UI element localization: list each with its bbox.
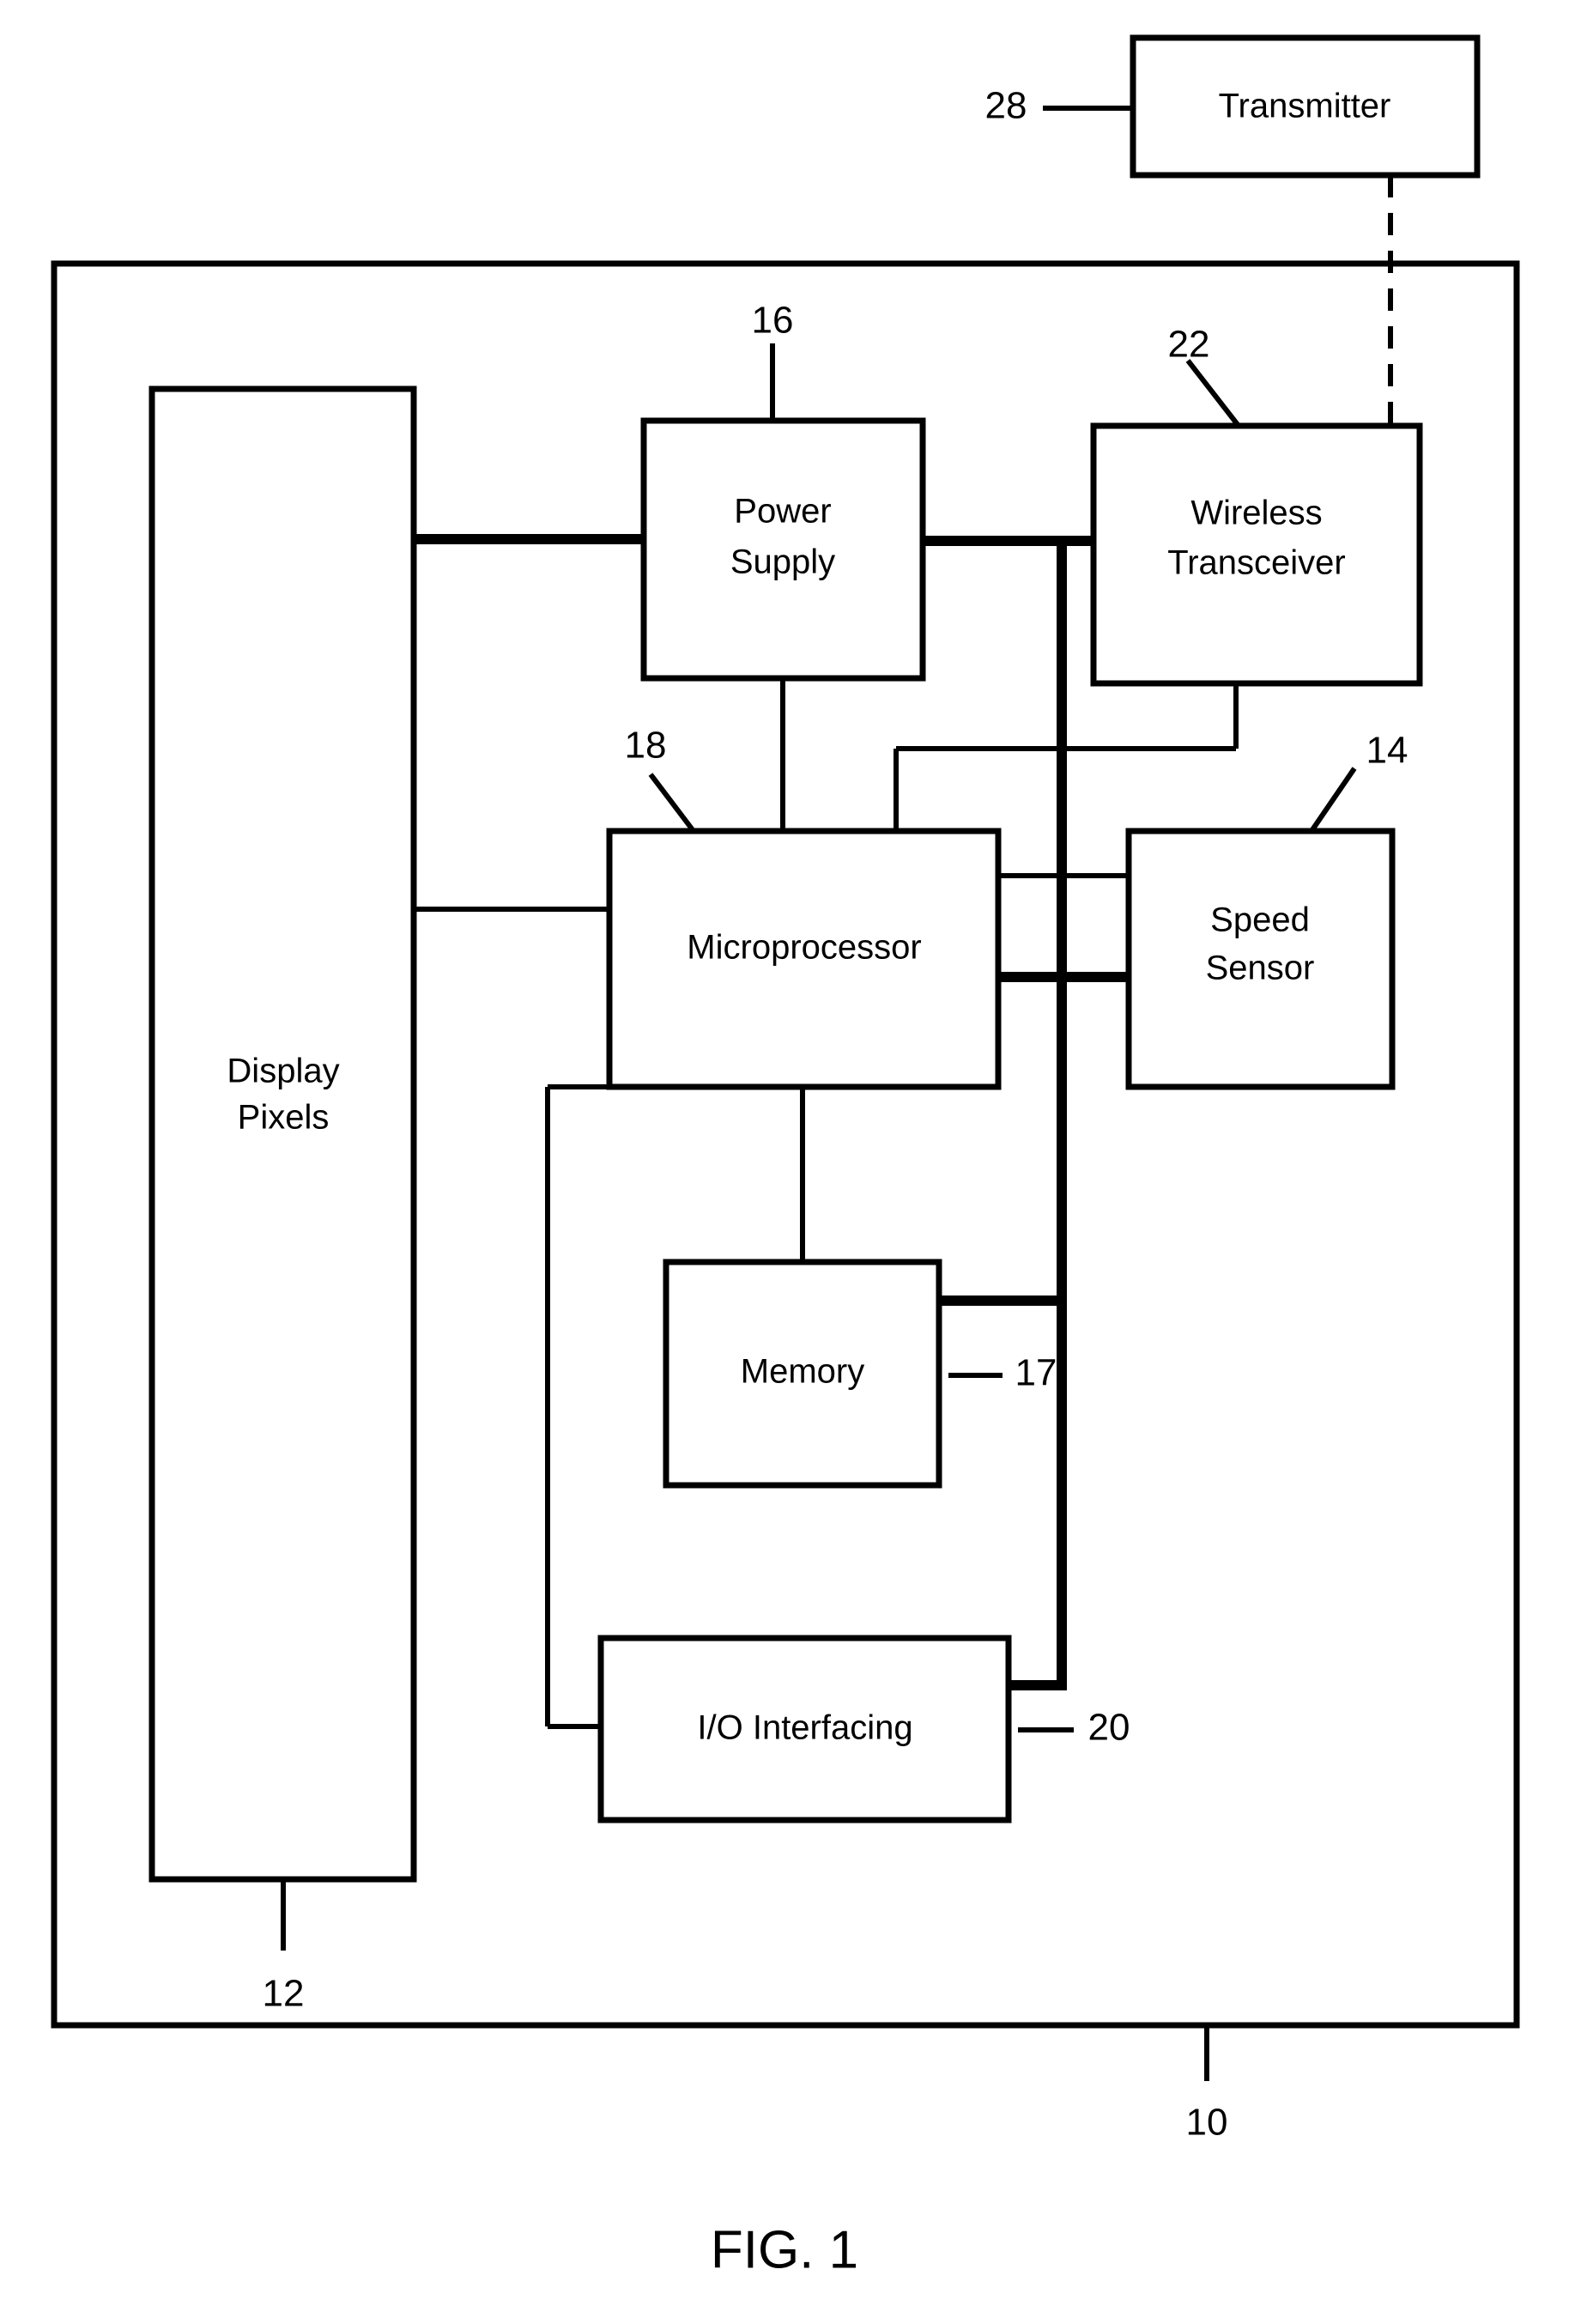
- ref-number-22: 22: [1168, 324, 1210, 366]
- power-supply-label-line2: Supply: [730, 543, 835, 581]
- memory-label: Memory: [741, 1353, 864, 1391]
- ref-number-10: 10: [1186, 2102, 1228, 2144]
- figure-caption: FIG. 1: [711, 2220, 858, 2279]
- ref-number-14: 14: [1366, 730, 1408, 772]
- block-diagram-canvas: Transmitter 28 Display Pixels 12 Power S…: [51, 34, 1520, 2279]
- ref-number-20: 20: [1088, 1707, 1130, 1749]
- microprocessor-leader-line: [648, 773, 696, 833]
- ref-number-28: 28: [985, 85, 1027, 127]
- ref-number-12: 12: [263, 1973, 305, 2015]
- speed-sensor-label-line1: Speed: [1210, 901, 1310, 939]
- power-supply-label-line1: Power: [734, 493, 831, 531]
- display-pixels-label-line1: Display: [227, 1053, 339, 1090]
- wireless-transceiver-label-line1: Wireless: [1190, 495, 1322, 532]
- ref-number-16: 16: [752, 300, 794, 342]
- display-pixels-label-line2: Pixels: [238, 1099, 330, 1137]
- transmitter-label: Transmitter: [1219, 88, 1391, 125]
- ref-number-17: 17: [1015, 1352, 1057, 1394]
- speed-sensor-label-line2: Sensor: [1206, 950, 1315, 987]
- microprocessor-label: Microprocessor: [687, 929, 921, 967]
- speed-sensor-leader-line: [1309, 767, 1357, 833]
- wireless-transceiver-leader-line: [1185, 359, 1241, 428]
- io-interfacing-label: I/O Interfacing: [697, 1709, 912, 1747]
- ref-number-18: 18: [625, 725, 667, 767]
- patent-figure: Transmitter 28 Display Pixels 12 Power S…: [0, 0, 1569, 2324]
- wireless-transceiver-label-line2: Transceiver: [1167, 544, 1345, 582]
